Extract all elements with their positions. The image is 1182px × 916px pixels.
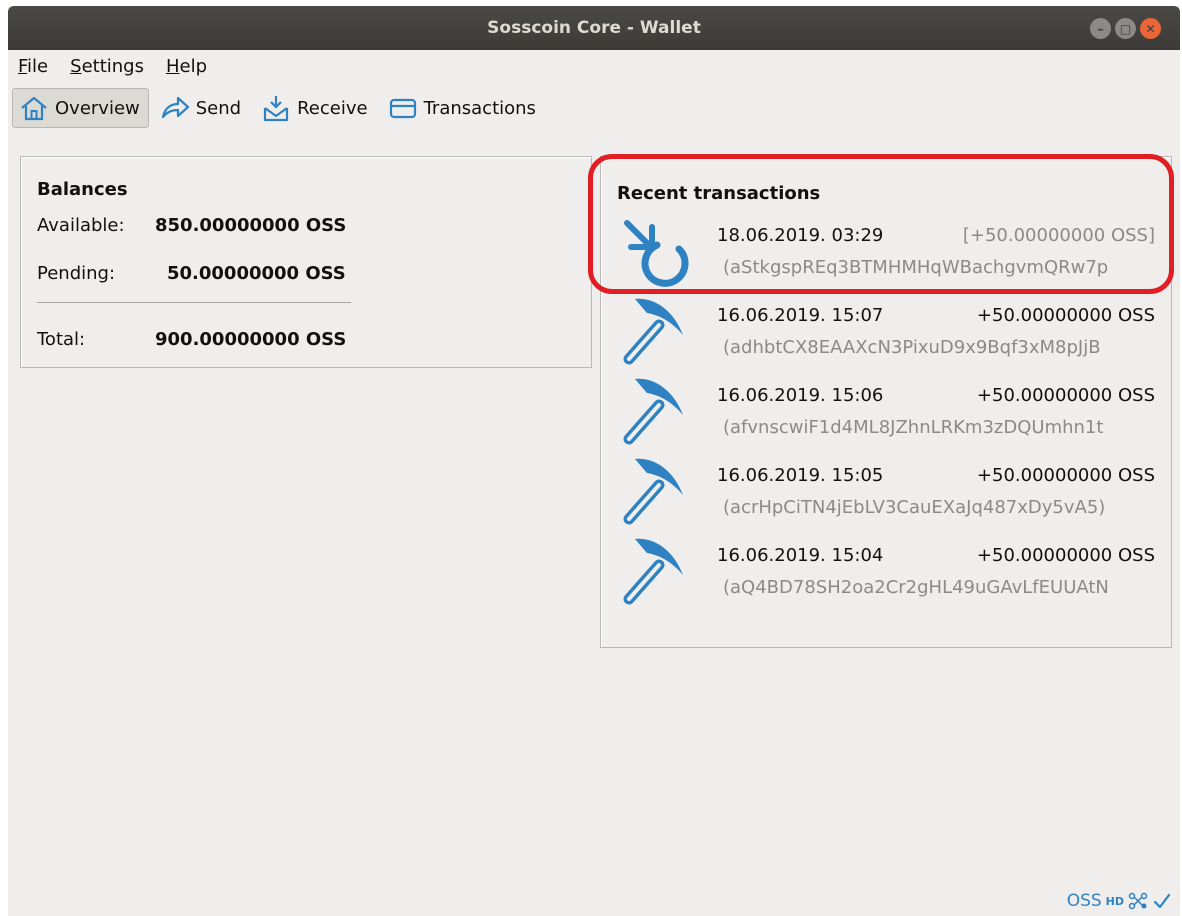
recent-transactions-title: Recent transactions bbox=[617, 183, 821, 204]
transaction-address: (afvnscwiF1d4ML8JZhnLRKm3zDQUmhn1t bbox=[723, 417, 1104, 438]
tab-transactions-label: Transactions bbox=[423, 97, 536, 119]
pending-label: Pending: bbox=[37, 263, 116, 284]
maximize-button[interactable]: □ bbox=[1115, 18, 1136, 39]
transaction-amount: +50.00000000 OSS bbox=[976, 465, 1155, 486]
toolbar: Overview Send Receive Transactions bbox=[8, 84, 1180, 132]
pickaxe-icon bbox=[623, 458, 683, 525]
menu-file-mnemonic: F bbox=[18, 55, 28, 77]
total-label: Total: bbox=[37, 329, 86, 350]
total-value: 900.00000000 OSS bbox=[155, 329, 347, 350]
pickaxe-icon bbox=[623, 378, 683, 445]
status-bar: OSS HD bbox=[1067, 890, 1172, 912]
transaction-row[interactable]: 16.06.2019. 15:07 +50.00000000 OSS (adhb… bbox=[613, 291, 1159, 371]
transaction-address: (adhbtCX8EAAXcN3PixuD9x9Bqf3xM8pJjB bbox=[723, 337, 1101, 358]
menu-settings-mnemonic: S bbox=[70, 55, 82, 77]
transaction-address: (acrHpCiTN4jEbLV3CauEXaJq487xDy5vA5) bbox=[723, 497, 1106, 518]
pending-icon bbox=[624, 220, 689, 287]
network-icon bbox=[1128, 892, 1148, 910]
minimize-icon: – bbox=[1097, 21, 1104, 36]
menu-settings-label: ettings bbox=[81, 55, 144, 77]
tab-send-label: Send bbox=[195, 97, 242, 119]
pending-value: 50.00000000 OSS bbox=[167, 263, 346, 284]
transaction-date: 16.06.2019. 15:04 bbox=[717, 545, 884, 566]
available-label: Available: bbox=[37, 215, 125, 236]
send-icon bbox=[161, 96, 189, 119]
receive-icon bbox=[263, 96, 289, 122]
transaction-date: 16.06.2019. 15:07 bbox=[717, 305, 884, 326]
transaction-amount: +50.00000000 OSS bbox=[976, 545, 1155, 566]
close-button[interactable]: ✕ bbox=[1140, 18, 1161, 39]
balances-divider bbox=[37, 302, 351, 303]
transaction-row[interactable]: 18.06.2019. 03:29 [+50.00000000 OSS] (aS… bbox=[613, 211, 1159, 291]
wallet-window: Sosscoin Core - Wallet – □ ✕ File Settin… bbox=[8, 6, 1180, 916]
balances-panel: Balances Available: 850.00000000 OSS Pen… bbox=[20, 156, 592, 368]
transaction-row[interactable]: 16.06.2019. 15:05 +50.00000000 OSS (acrH… bbox=[613, 451, 1159, 531]
transaction-date: 16.06.2019. 15:05 bbox=[717, 465, 884, 486]
minimize-button[interactable]: – bbox=[1090, 18, 1111, 39]
card-icon bbox=[389, 98, 416, 119]
transaction-amount: +50.00000000 OSS bbox=[976, 305, 1155, 326]
transaction-date: 18.06.2019. 03:29 bbox=[717, 225, 884, 246]
transaction-address: (aStkgspREq3BTMHMHqWBachgvmQRw7p bbox=[723, 257, 1109, 278]
transaction-address: (aQ4BD78SH2oa2Cr2gHL49uGAvLfEUUAtN bbox=[723, 577, 1109, 598]
close-icon: ✕ bbox=[1145, 21, 1156, 36]
hd-wallet-icon: HD bbox=[1105, 894, 1124, 908]
menu-file[interactable]: File bbox=[14, 54, 52, 79]
menu-settings[interactable]: Settings bbox=[66, 54, 148, 79]
transaction-date: 16.06.2019. 15:06 bbox=[717, 385, 884, 406]
menu-help-mnemonic: H bbox=[165, 55, 180, 77]
title-bar: Sosscoin Core - Wallet – □ ✕ bbox=[8, 6, 1180, 50]
transaction-row[interactable]: 16.06.2019. 15:06 +50.00000000 OSS (afvn… bbox=[613, 371, 1159, 451]
tab-receive-label: Receive bbox=[297, 97, 368, 119]
transaction-amount: +50.00000000 OSS bbox=[976, 385, 1155, 406]
menu-file-label: ile bbox=[27, 55, 49, 77]
available-value: 850.00000000 OSS bbox=[155, 215, 347, 236]
tab-overview[interactable]: Overview bbox=[12, 88, 149, 128]
pickaxe-icon bbox=[623, 298, 683, 365]
tab-receive[interactable]: Receive bbox=[254, 88, 376, 128]
window-title: Sosscoin Core - Wallet bbox=[487, 18, 701, 38]
menu-help-label: elp bbox=[179, 55, 208, 77]
menu-bar: File Settings Help bbox=[8, 50, 1180, 82]
recent-transactions-panel: Recent transactions 18.06.2019. 03:29 [+… bbox=[600, 156, 1172, 648]
balances-title: Balances bbox=[37, 179, 128, 200]
home-icon bbox=[21, 96, 47, 121]
tab-send[interactable]: Send bbox=[153, 88, 250, 128]
transaction-row[interactable]: 16.06.2019. 15:04 +50.00000000 OSS (aQ4B… bbox=[613, 531, 1159, 611]
tab-overview-label: Overview bbox=[55, 97, 140, 119]
tab-transactions[interactable]: Transactions bbox=[381, 88, 545, 128]
menu-help[interactable]: Help bbox=[162, 54, 211, 79]
transaction-amount: [+50.00000000 OSS] bbox=[962, 225, 1155, 246]
pickaxe-icon bbox=[623, 538, 683, 605]
maximize-icon: □ bbox=[1119, 21, 1132, 36]
synced-check-icon bbox=[1153, 893, 1171, 909]
unit-selector[interactable]: OSS bbox=[1067, 891, 1102, 911]
